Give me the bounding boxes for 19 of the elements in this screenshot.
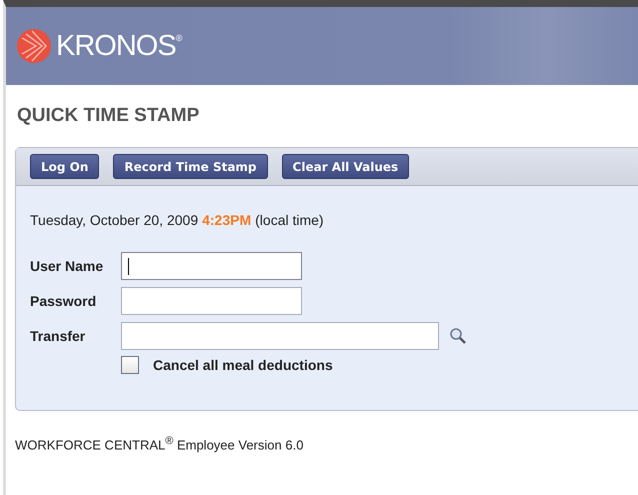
time-text: 4:23PM xyxy=(202,212,252,228)
toolbar-button[interactable]: Record Time Stamp xyxy=(113,154,268,179)
input-field[interactable] xyxy=(121,252,302,280)
version-text: WORKFORCE CENTRAL$^{®}$ Employee Version 6.0 xyxy=(15,435,304,452)
time-note: (local time) xyxy=(255,212,324,228)
field-label: User Name xyxy=(30,258,104,274)
toolbar-button[interactable]: Clear All Values xyxy=(282,154,410,179)
checkbox-label: Cancel all meal deductions xyxy=(153,357,333,373)
field-label: Transfer xyxy=(30,328,86,344)
date-text: Tuesday, October 20, 2009 xyxy=(30,212,198,228)
search-icon[interactable] xyxy=(449,327,467,345)
field-label: Password xyxy=(30,293,98,309)
page-title: QUICK TIME STAMP xyxy=(17,105,200,127)
checkbox[interactable] xyxy=(121,356,139,374)
input-field[interactable] xyxy=(121,287,302,315)
logo-text: KRONOS$^{®}$ xyxy=(56,30,182,62)
input-field[interactable] xyxy=(121,322,439,350)
toolbar-button[interactable]: Log On xyxy=(30,154,100,179)
logo-icon xyxy=(16,28,52,64)
